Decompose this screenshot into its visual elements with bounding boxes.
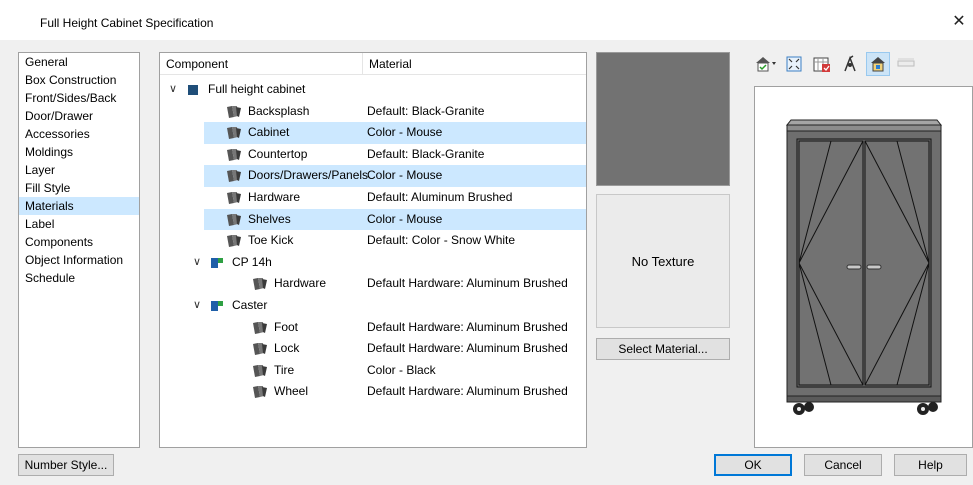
number-style-button[interactable]: Number Style...: [18, 454, 114, 476]
nav-item-object-information[interactable]: Object Information: [19, 251, 139, 269]
tree-row[interactable]: Hardware Default: Aluminum Brushed: [160, 187, 586, 209]
camera-view-icon[interactable]: [754, 52, 778, 76]
nav-item-accessories[interactable]: Accessories: [19, 125, 139, 143]
nav-item-layer[interactable]: Layer: [19, 161, 139, 179]
component-label: Doors/Drawers/Panels: [248, 168, 369, 183]
material-icon: [226, 169, 241, 183]
texture-preview: No Texture: [596, 194, 730, 328]
material-cell: Default: Black-Granite: [367, 146, 485, 161]
nav-item-general[interactable]: General: [19, 53, 139, 71]
expand-chevron-icon[interactable]: ∨: [190, 295, 204, 317]
cabinet-3d-preview: [754, 86, 973, 448]
help-button[interactable]: Help: [894, 454, 967, 476]
window-title: Full Height Cabinet Specification: [40, 16, 214, 30]
tree-row[interactable]: ∨ Caster: [160, 295, 586, 317]
tree-row[interactable]: ∨ Full height cabinet: [160, 79, 586, 101]
material-cell: Default: Color - Snow White: [367, 233, 516, 248]
material-icon: [226, 105, 241, 119]
cabinet-object-icon: [186, 83, 200, 97]
material-icon: [226, 234, 241, 248]
material-cell: Default Hardware: Aluminum Brushed: [367, 276, 568, 291]
material-cell: Color - Black: [367, 362, 436, 377]
symbol-icon: [210, 299, 224, 313]
tree-row[interactable]: Wheel Default Hardware: Aluminum Brushed: [160, 381, 586, 403]
material-cell: Default Hardware: Aluminum Brushed: [367, 319, 568, 334]
nav-item-materials[interactable]: Materials: [19, 197, 139, 215]
material-icon: [226, 213, 241, 227]
object-view-icon[interactable]: [866, 52, 890, 76]
dialog-body: General Box Construction Front/Sides/Back D…: [0, 40, 973, 485]
tree-row[interactable]: Toe Kick Default: Color - Snow White: [160, 230, 586, 252]
component-label: Cabinet: [248, 125, 290, 140]
material-cell: Default Hardware: Aluminum Brushed: [367, 341, 568, 356]
material-cell: Color - Mouse: [367, 125, 443, 140]
material-icon: [252, 364, 267, 378]
tree-row[interactable]: Doors/Drawers/Panels Color - Mouse: [204, 165, 586, 187]
ok-button[interactable]: OK: [714, 454, 792, 476]
tree-row[interactable]: Hardware Default Hardware: Aluminum Brush…: [160, 273, 586, 295]
material-icon: [252, 321, 267, 335]
component-label: Tire: [274, 362, 295, 377]
component-label: Wheel: [274, 384, 309, 399]
component-label: Backsplash: [248, 103, 310, 118]
material-icon: [252, 342, 267, 356]
component-label: Toe Kick: [248, 233, 294, 248]
render-mode-icon[interactable]: [810, 52, 834, 76]
category-list: General Box Construction Front/Sides/Back D…: [18, 52, 140, 448]
material-icon: [226, 126, 241, 140]
component-label: Hardware: [248, 189, 301, 204]
component-label: CP 14h: [232, 254, 272, 269]
tree-row[interactable]: Foot Default Hardware: Aluminum Brushed: [160, 317, 586, 339]
expand-chevron-icon[interactable]: ∨: [190, 252, 204, 274]
material-cell: Color - Mouse: [367, 168, 443, 183]
component-label: Full height cabinet: [208, 82, 306, 96]
select-material-button[interactable]: Select Material...: [596, 338, 730, 360]
tree-header: Component Material: [160, 53, 586, 75]
tree-row[interactable]: Tire Color - Black: [160, 360, 586, 382]
symbol-icon: [210, 256, 224, 270]
material-icon: [252, 385, 267, 399]
tree-row[interactable]: Lock Default Hardware: Aluminum Brushed: [160, 338, 586, 360]
extra-option-icon: [894, 52, 918, 76]
component-label: Foot: [274, 319, 299, 334]
component-label: Shelves: [248, 211, 291, 226]
texture-status-text: No Texture: [631, 254, 695, 269]
component-label: Hardware: [274, 276, 327, 291]
nav-item-fill-style[interactable]: Fill Style: [19, 179, 139, 197]
nav-item-schedule[interactable]: Schedule: [19, 269, 139, 287]
material-cell: Default: Aluminum Brushed: [367, 189, 513, 204]
nav-item-door-drawer[interactable]: Door/Drawer: [19, 107, 139, 125]
close-icon[interactable]: ✕: [945, 8, 973, 36]
column-header-component[interactable]: Component: [160, 53, 363, 75]
component-label: Caster: [232, 297, 268, 312]
nav-item-components[interactable]: Components: [19, 233, 139, 251]
nav-item-box-construction[interactable]: Box Construction: [19, 71, 139, 89]
cancel-button[interactable]: Cancel: [804, 454, 882, 476]
component-tree: Component Material ∨ Full height cabinet B…: [159, 52, 587, 448]
nav-item-moldings[interactable]: Moldings: [19, 143, 139, 161]
expand-chevron-icon[interactable]: ∨: [166, 79, 180, 101]
component-label: Countertop: [248, 146, 308, 161]
tree-row[interactable]: Countertop Default: Black-Granite: [160, 144, 586, 166]
material-cell: Color - Mouse: [367, 211, 443, 226]
material-cell: Default: Black-Granite: [367, 103, 485, 118]
tree-rows: ∨ Full height cabinet Backsplash Default: B…: [160, 79, 586, 403]
tree-row[interactable]: Backsplash Default: Black-Granite: [160, 101, 586, 123]
material-icon: [252, 277, 267, 291]
component-label: Lock: [274, 341, 300, 356]
tree-row[interactable]: Cabinet Color - Mouse: [204, 122, 586, 144]
material-icon: [226, 148, 241, 162]
material-icon: [226, 191, 241, 205]
column-header-material[interactable]: Material: [363, 53, 587, 75]
orbit-icon[interactable]: [838, 52, 862, 76]
fit-view-icon[interactable]: [782, 52, 806, 76]
nav-item-label[interactable]: Label: [19, 215, 139, 233]
tree-row[interactable]: Shelves Color - Mouse: [204, 208, 586, 231]
nav-item-front-sides-back[interactable]: Front/Sides/Back: [19, 89, 139, 107]
tree-row[interactable]: ∨ CP 14h: [160, 252, 586, 274]
material-cell: Default Hardware: Aluminum Brushed: [367, 384, 568, 399]
material-color-swatch: [596, 52, 730, 186]
title-bar: Full Height Cabinet Specification ✕: [0, 0, 973, 40]
